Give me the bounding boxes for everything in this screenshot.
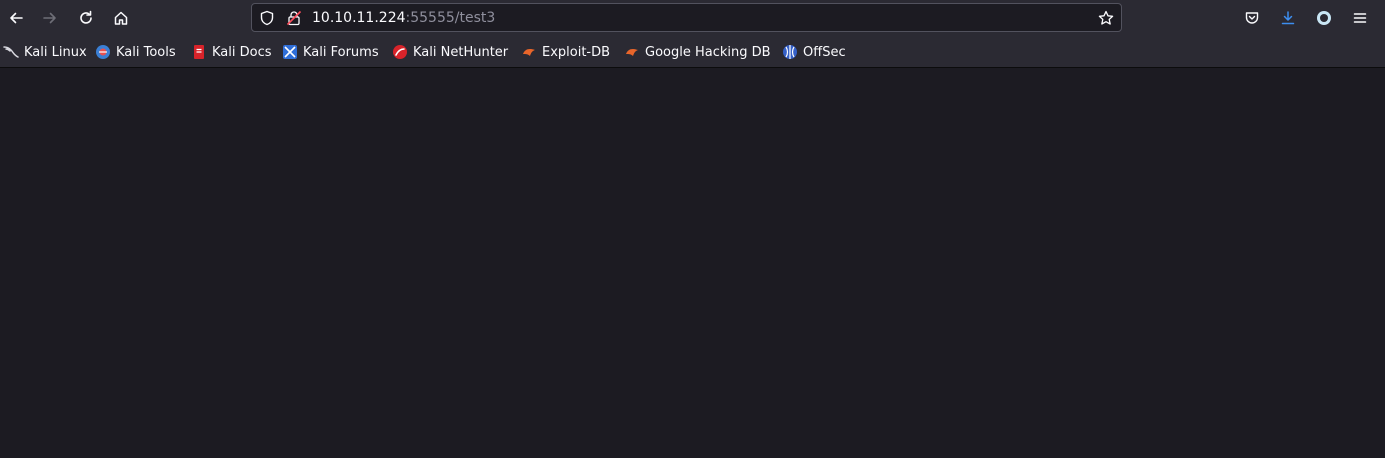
- bookmark-label: Kali NetHunter: [413, 44, 509, 60]
- exploit-db-icon: [624, 44, 640, 60]
- exploit-db-icon: [521, 44, 537, 60]
- reload-button[interactable]: [70, 2, 102, 34]
- bookmarks-toolbar: Kali Linux Kali Tools Kali Docs Kali For…: [0, 36, 1385, 68]
- home-button[interactable]: [105, 2, 137, 34]
- reload-icon: [80, 10, 92, 24]
- bookmark-label: Kali Docs: [212, 44, 272, 60]
- bookmark-label: Kali Forums: [303, 44, 379, 60]
- account-button[interactable]: [1308, 2, 1340, 34]
- account-icon: [1317, 11, 1331, 25]
- arrow-left-icon: [10, 12, 23, 24]
- insecure-lock-icon[interactable]: [286, 10, 302, 26]
- page-content: [0, 68, 1385, 458]
- bookmark-label: Google Hacking DB: [645, 44, 771, 60]
- kali-tools-icon: [95, 44, 111, 60]
- shield-icon[interactable]: [259, 10, 275, 26]
- download-icon: [1281, 11, 1295, 25]
- kali-dragon-icon: [3, 44, 19, 60]
- bookmark-exploit-db[interactable]: Exploit-DB: [521, 43, 610, 61]
- kali-forums-icon: [282, 44, 298, 60]
- bookmark-offsec[interactable]: OffSec: [782, 43, 846, 61]
- bookmark-kali-tools[interactable]: Kali Tools: [95, 43, 176, 61]
- menu-button[interactable]: [1344, 2, 1376, 34]
- url-text[interactable]: 10.10.11.224:55555/test3: [312, 9, 495, 27]
- home-icon: [114, 11, 128, 25]
- downloads-button[interactable]: [1272, 2, 1304, 34]
- bookmark-kali-linux[interactable]: Kali Linux: [3, 43, 87, 61]
- offsec-icon: [782, 44, 798, 60]
- bookmark-label: Kali Tools: [116, 44, 176, 60]
- bookmark-label: Exploit-DB: [542, 44, 611, 60]
- bookmark-google-hacking-db[interactable]: Google Hacking DB: [624, 43, 771, 61]
- browser-toolbar: 10.10.11.224:55555/test3: [0, 0, 1385, 36]
- bookmark-kali-nethunter[interactable]: Kali NetHunter: [392, 43, 508, 61]
- bookmark-star-icon[interactable]: [1098, 10, 1114, 26]
- pocket-button[interactable]: [1236, 2, 1268, 34]
- url-path: :55555/test3: [405, 10, 496, 26]
- url-host: 10.10.11.224: [312, 10, 406, 26]
- bookmark-kali-docs[interactable]: Kali Docs: [191, 43, 272, 61]
- address-bar[interactable]: 10.10.11.224:55555/test3: [251, 3, 1122, 32]
- bookmark-label: OffSec: [803, 44, 846, 60]
- kali-docs-icon: [191, 44, 207, 60]
- kali-nethunter-icon: [392, 44, 408, 60]
- bookmark-label: Kali Linux: [24, 44, 87, 60]
- forward-button[interactable]: [34, 2, 66, 34]
- back-button[interactable]: [0, 2, 32, 34]
- arrow-right-icon: [43, 12, 56, 24]
- bookmark-kali-forums[interactable]: Kali Forums: [282, 43, 379, 61]
- hamburger-menu-icon: [1353, 13, 1367, 23]
- pocket-icon: [1245, 12, 1259, 24]
